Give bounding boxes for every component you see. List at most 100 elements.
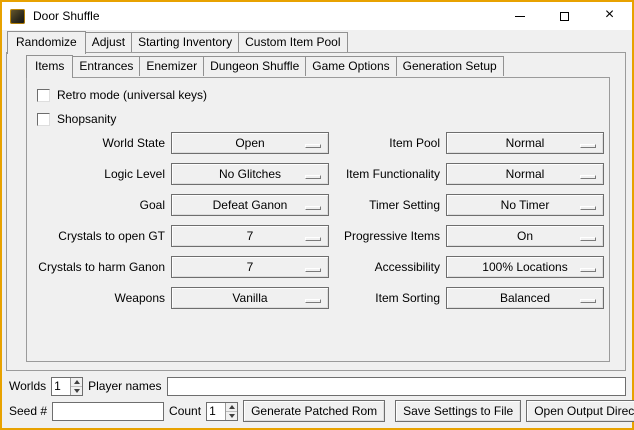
item-pool-value: Normal	[506, 136, 545, 150]
item-sorting-dropdown[interactable]: Balanced	[446, 287, 604, 309]
tab-randomize[interactable]: Randomize	[7, 31, 86, 54]
tab-generation-setup[interactable]: Generation Setup	[396, 56, 504, 76]
worlds-label: Worlds	[9, 379, 46, 393]
tab-adjust[interactable]: Adjust	[85, 32, 132, 52]
secondary-tab-bar: Items Entrances Enemizer Dungeon Shuffle…	[26, 56, 503, 77]
dropdown-indicator-icon	[305, 206, 321, 210]
dropdown-indicator-icon	[580, 144, 596, 148]
crystals-open-gt-dropdown[interactable]: 7	[171, 225, 329, 247]
logic-level-value: No Glitches	[219, 167, 281, 181]
arrow-up-icon	[229, 405, 235, 409]
dropdown-indicator-icon	[580, 299, 596, 303]
retro-mode-checkbox[interactable]	[37, 89, 50, 102]
shopsanity-label: Shopsanity	[57, 112, 116, 126]
worlds-spin-down-button[interactable]	[71, 387, 82, 395]
item-functionality-dropdown[interactable]: Normal	[446, 163, 604, 185]
player-names-input[interactable]	[167, 377, 627, 396]
timer-setting-label: Timer Setting	[335, 198, 440, 212]
goal-value: Defeat Ganon	[213, 198, 288, 212]
randomize-pane: Items Entrances Enemizer Dungeon Shuffle…	[6, 52, 626, 371]
item-pool-label: Item Pool	[335, 136, 440, 150]
close-icon: ×	[605, 7, 614, 23]
item-functionality-value: Normal	[506, 167, 545, 181]
seed-row: Seed # Count Generate Patched Rom Save S…	[9, 400, 626, 422]
app-icon	[10, 9, 25, 24]
count-input[interactable]	[207, 403, 225, 420]
maximize-button[interactable]	[542, 2, 587, 30]
dropdown-indicator-icon	[305, 144, 321, 148]
save-settings-button[interactable]: Save Settings to File	[395, 400, 521, 422]
world-state-value: Open	[235, 136, 264, 150]
client-area: Randomize Adjust Starting Inventory Cust…	[2, 30, 632, 428]
crystals-open-gt-value: 7	[247, 229, 254, 243]
options-grid: World State Open Item Pool Normal Logic …	[37, 132, 609, 309]
primary-tab-bar: Randomize Adjust Starting Inventory Cust…	[7, 32, 347, 53]
world-state-label: World State	[37, 136, 165, 150]
dropdown-indicator-icon	[580, 237, 596, 241]
worlds-row: Worlds Player names	[9, 376, 626, 396]
tab-enemizer[interactable]: Enemizer	[139, 56, 204, 76]
arrow-down-icon	[74, 389, 80, 393]
progressive-items-dropdown[interactable]: On	[446, 225, 604, 247]
count-spin-up-button[interactable]	[226, 403, 237, 412]
count-label: Count	[169, 404, 201, 418]
goal-label: Goal	[37, 198, 165, 212]
item-sorting-label: Item Sorting	[335, 291, 440, 305]
open-output-directory-button[interactable]: Open Output Directory	[526, 400, 634, 422]
tab-custom-item-pool[interactable]: Custom Item Pool	[238, 32, 347, 52]
weapons-label: Weapons	[37, 291, 165, 305]
worlds-spin-up-button[interactable]	[71, 378, 82, 387]
worlds-spin-arrows	[70, 378, 82, 395]
tab-game-options[interactable]: Game Options	[305, 56, 396, 76]
timer-setting-dropdown[interactable]: No Timer	[446, 194, 604, 216]
weapons-value: Vanilla	[232, 291, 267, 305]
dropdown-indicator-icon	[305, 268, 321, 272]
goal-dropdown[interactable]: Defeat Ganon	[171, 194, 329, 216]
minimize-button[interactable]	[497, 2, 542, 30]
count-spinner[interactable]	[206, 402, 238, 421]
dropdown-indicator-icon	[305, 175, 321, 179]
crystals-harm-ganon-value: 7	[247, 260, 254, 274]
worlds-spinner[interactable]	[51, 377, 83, 396]
item-pool-dropdown[interactable]: Normal	[446, 132, 604, 154]
crystals-harm-ganon-dropdown[interactable]: 7	[171, 256, 329, 278]
dropdown-indicator-icon	[305, 237, 321, 241]
retro-mode-label: Retro mode (universal keys)	[57, 88, 207, 102]
bottom-controls: Worlds Player names Seed # Count	[9, 376, 626, 422]
shopsanity-checkbox[interactable]	[37, 113, 50, 126]
tab-entrances[interactable]: Entrances	[72, 56, 140, 76]
item-functionality-label: Item Functionality	[335, 167, 440, 181]
close-button[interactable]: ×	[587, 2, 632, 30]
generate-patched-rom-button[interactable]: Generate Patched Rom	[243, 400, 385, 422]
timer-setting-value: No Timer	[501, 198, 550, 212]
titlebar[interactable]: Door Shuffle ×	[2, 2, 632, 30]
shopsanity-row: Shopsanity	[37, 110, 609, 128]
crystals-open-gt-label: Crystals to open GT	[37, 229, 165, 243]
accessibility-value: 100% Locations	[482, 260, 567, 274]
seed-label: Seed #	[9, 404, 47, 418]
world-state-dropdown[interactable]: Open	[171, 132, 329, 154]
dropdown-indicator-icon	[305, 299, 321, 303]
door-shuffle-window: Door Shuffle × Randomize Adjust Starting…	[0, 0, 634, 430]
accessibility-dropdown[interactable]: 100% Locations	[446, 256, 604, 278]
item-sorting-value: Balanced	[500, 291, 550, 305]
dropdown-indicator-icon	[580, 206, 596, 210]
minimize-icon	[515, 16, 525, 17]
worlds-input[interactable]	[52, 378, 70, 395]
dropdown-indicator-icon	[580, 268, 596, 272]
arrow-up-icon	[74, 380, 80, 384]
tab-starting-inventory[interactable]: Starting Inventory	[131, 32, 239, 52]
count-spin-arrows	[225, 403, 237, 420]
arrow-down-icon	[229, 414, 235, 418]
retro-mode-row: Retro mode (universal keys)	[37, 86, 609, 104]
accessibility-label: Accessibility	[335, 260, 440, 274]
dropdown-indicator-icon	[580, 175, 596, 179]
count-spin-down-button[interactable]	[226, 412, 237, 420]
tab-dungeon-shuffle[interactable]: Dungeon Shuffle	[203, 56, 306, 76]
seed-input[interactable]	[52, 402, 164, 421]
items-pane: Retro mode (universal keys) Shopsanity W…	[26, 77, 610, 362]
tab-items[interactable]: Items	[26, 55, 73, 78]
logic-level-label: Logic Level	[37, 167, 165, 181]
logic-level-dropdown[interactable]: No Glitches	[171, 163, 329, 185]
weapons-dropdown[interactable]: Vanilla	[171, 287, 329, 309]
